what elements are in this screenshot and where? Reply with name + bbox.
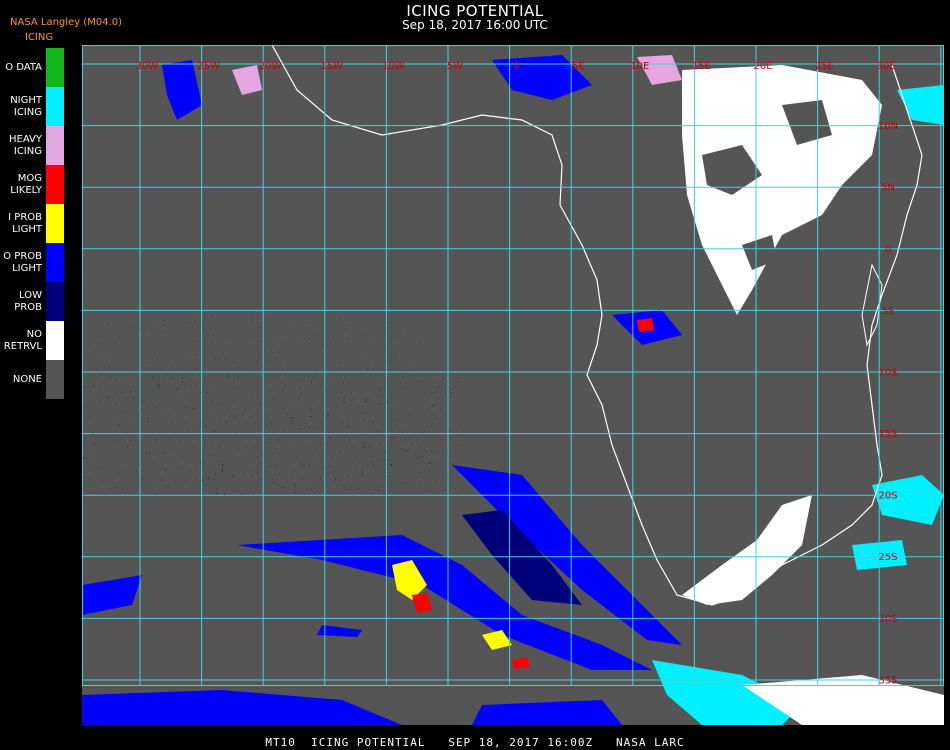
longitude-label: 25W bbox=[197, 61, 220, 72]
legend-label: MOG LIKELY bbox=[10, 172, 42, 196]
legend-item-no-retrieval: NO RETRVL bbox=[0, 321, 66, 360]
longitude-label: 25E bbox=[815, 61, 834, 72]
latitude-label: 15S bbox=[878, 429, 897, 440]
latitude-label: 5N bbox=[881, 183, 895, 194]
color-legend: O DATA NIGHT ICING HEAVY ICING MOG LIKEL… bbox=[0, 48, 66, 399]
longitude-label: 20E bbox=[753, 61, 772, 72]
longitude-label: 20W bbox=[259, 61, 282, 72]
latitude-label: 10S bbox=[878, 367, 897, 378]
icing-map: 30W 25W 20W 15W 10W 5W 0 5E 10E 15E 20E 25E 30E 10N 5… bbox=[82, 45, 944, 725]
legend-item-heavy-icing: HEAVY ICING bbox=[0, 126, 66, 165]
longitude-label: 30W bbox=[136, 61, 159, 72]
source-label: NASA Langley (M04.0) bbox=[10, 17, 122, 28]
legend-label: NO RETRVL bbox=[3, 328, 42, 352]
product-label: ICING bbox=[25, 32, 54, 43]
latitude-label: 30S bbox=[878, 614, 897, 625]
legend-item-none: NONE bbox=[0, 360, 66, 399]
legend-swatch bbox=[46, 126, 64, 165]
legend-swatch bbox=[46, 87, 64, 126]
longitude-label: 5W bbox=[447, 61, 463, 72]
legend-item-low-prob: LOW PROB bbox=[0, 282, 66, 321]
legend-label: LOW PROB bbox=[14, 289, 42, 313]
speckle-band bbox=[82, 375, 462, 495]
legend-item-mog-likely: MOG LIKELY bbox=[0, 165, 66, 204]
legend-swatch bbox=[46, 48, 64, 87]
legend-item-night-icing: NIGHT ICING bbox=[0, 87, 66, 126]
legend-swatch bbox=[46, 321, 64, 360]
legend-label: NIGHT ICING bbox=[10, 94, 42, 118]
legend-label: O PROB LIGHT bbox=[3, 250, 42, 274]
legend-swatch bbox=[46, 165, 64, 204]
longitude-label: 10E bbox=[630, 61, 649, 72]
legend-label: O DATA bbox=[5, 61, 42, 73]
map-datetime: Sep 18, 2017 16:00 UTC bbox=[402, 18, 548, 32]
longitude-label: 5E bbox=[572, 61, 585, 72]
legend-label: HEAVY ICING bbox=[9, 133, 42, 157]
longitude-label: 15W bbox=[320, 61, 343, 72]
latitude-label: 5S bbox=[882, 306, 895, 317]
longitude-label: 0 bbox=[513, 61, 519, 72]
legend-item-lo-prob-light: O PROB LIGHT bbox=[0, 243, 66, 282]
legend-swatch bbox=[46, 360, 64, 399]
legend-swatch bbox=[46, 204, 64, 243]
legend-item-no-data: O DATA bbox=[0, 48, 66, 87]
legend-label: NONE bbox=[12, 373, 42, 385]
latitude-label: 35S bbox=[878, 675, 897, 686]
legend-swatch bbox=[46, 282, 64, 321]
speckle-band-2 bbox=[82, 315, 422, 375]
legend-label: I PROB LIGHT bbox=[8, 211, 42, 235]
latitude-label: 20S bbox=[878, 491, 897, 502]
legend-swatch bbox=[46, 243, 64, 282]
legend-item-hi-prob-light: I PROB LIGHT bbox=[0, 204, 66, 243]
footer-caption: MT10 ICING POTENTIAL SEP 18, 2017 16:00Z… bbox=[265, 736, 685, 749]
latitude-label: 0 bbox=[885, 244, 891, 255]
latitude-label: 10N bbox=[878, 121, 898, 132]
latitude-label: 25S bbox=[878, 552, 897, 563]
longitude-label: 30E bbox=[877, 61, 896, 72]
longitude-label: 10W bbox=[382, 61, 405, 72]
longitude-label: 15E bbox=[692, 61, 711, 72]
icing-north-6 bbox=[637, 318, 654, 332]
